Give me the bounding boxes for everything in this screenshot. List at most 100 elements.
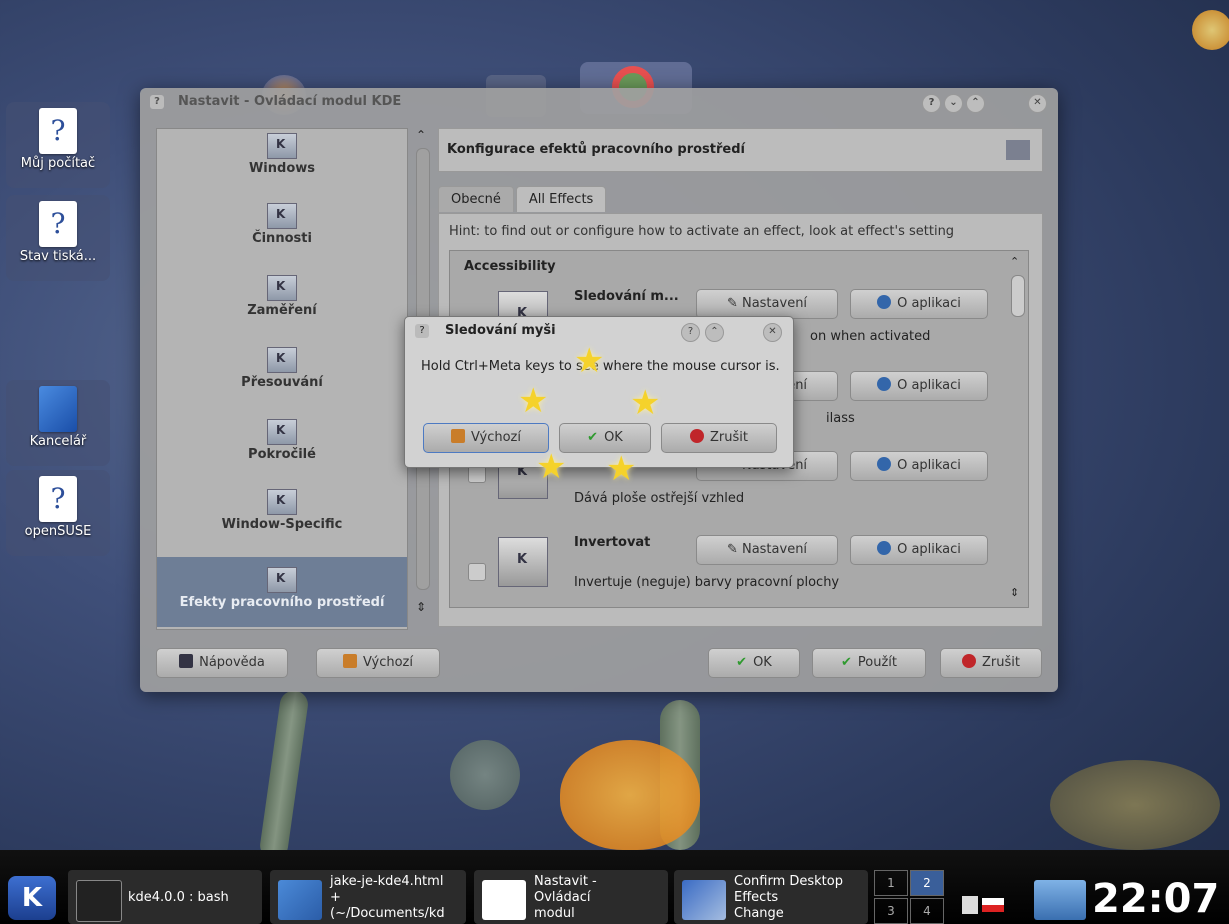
desktop-icon-label: Kancelář bbox=[29, 434, 87, 449]
desktop-icon-my-computer[interactable]: ? Můj počítač bbox=[6, 102, 110, 188]
task-label: Nastavit - Ovládací modul bbox=[534, 874, 597, 921]
effect-about-button[interactable]: O aplikaci bbox=[850, 289, 988, 319]
keyboard-layout-icon[interactable] bbox=[982, 898, 1004, 912]
help-button[interactable]: Nápověda bbox=[156, 648, 288, 678]
pager-desktop-4[interactable]: 4 bbox=[910, 898, 944, 924]
check-icon: ✔ bbox=[736, 655, 748, 670]
ok-label: OK bbox=[604, 430, 623, 445]
scroll-updown-icon[interactable]: ⇕ bbox=[416, 600, 426, 614]
desktop-effects-icon bbox=[1006, 140, 1030, 160]
close-button[interactable]: ✕ bbox=[1028, 94, 1047, 113]
help-book-icon bbox=[179, 654, 194, 668]
settings-label: Nastavení bbox=[741, 296, 808, 311]
sidebar-item-advanced[interactable]: Pokročilé bbox=[157, 419, 407, 462]
desktop-icon-printer-status[interactable]: ? Stav tiská... bbox=[6, 195, 110, 281]
scroll-up-icon[interactable]: ⌃ bbox=[1010, 255, 1024, 268]
ok-button[interactable]: ✔ OK bbox=[708, 648, 800, 678]
sidebar-item-moving[interactable]: Přesouvání bbox=[157, 347, 407, 390]
window-titlebar[interactable]: ? Nastavit - Ovládací modul KDE ? ⌄ ⌃ ✕ bbox=[140, 88, 1058, 116]
task-kate-document[interactable]: jake-je-kde4.html + (~/Documents/kd bbox=[270, 870, 466, 924]
task-label: Confirm Desktop Effects Change bbox=[734, 874, 843, 921]
sidebar-item-window-specific[interactable]: Window-Specific bbox=[157, 489, 407, 532]
defaults-icon bbox=[450, 429, 465, 443]
module-icon bbox=[267, 275, 297, 301]
dialog-defaults-button[interactable]: Výchozí bbox=[423, 423, 549, 453]
star-icon: ★ bbox=[606, 449, 637, 489]
kde-menu-button[interactable]: K bbox=[8, 876, 56, 920]
dialog-cancel-button[interactable]: Zrušit bbox=[661, 423, 777, 453]
cancel-button[interactable]: Zrušit bbox=[940, 648, 1042, 678]
background-flower bbox=[560, 740, 700, 850]
effect-description: on when activated bbox=[810, 329, 931, 344]
apply-label: Použít bbox=[857, 655, 897, 670]
effect-name: Invertovat bbox=[574, 535, 651, 550]
task-label: jake-je-kde4.html + (~/Documents/kd bbox=[330, 874, 445, 921]
scroll-up-icon[interactable]: ⌃ bbox=[416, 128, 426, 142]
module-icon bbox=[267, 489, 297, 515]
maximize-button[interactable]: ⌃ bbox=[966, 94, 985, 113]
clock[interactable]: 22:07 bbox=[1092, 876, 1219, 922]
window-menu-icon[interactable]: ? bbox=[150, 95, 164, 109]
cancel-icon bbox=[690, 429, 704, 443]
module-icon bbox=[267, 203, 297, 229]
pager-desktop-3[interactable]: 3 bbox=[874, 898, 908, 924]
page-title: Konfigurace efektů pracovního prostředí bbox=[447, 142, 746, 157]
sidebar-item-desktop-effects[interactable]: Efekty pracovního prostředí bbox=[157, 557, 407, 627]
desktop-effects-icon bbox=[682, 880, 726, 920]
question-document-icon bbox=[482, 880, 526, 920]
sidebar-item-activities[interactable]: Činnosti bbox=[157, 203, 407, 246]
scrollbar-thumb[interactable] bbox=[1011, 275, 1025, 317]
maximize-button[interactable]: ⌃ bbox=[705, 323, 724, 342]
question-document-icon: ? bbox=[39, 476, 77, 522]
desktop-icon-opensuse[interactable]: ? openSUSE bbox=[6, 470, 110, 556]
clipboard-icon[interactable] bbox=[962, 896, 978, 914]
task-bash[interactable]: kde4.0.0 : bash bbox=[68, 870, 262, 924]
pager-desktop-1[interactable]: 1 bbox=[874, 870, 908, 896]
effect-checkbox[interactable] bbox=[468, 563, 486, 581]
task-control-module[interactable]: Nastavit - Ovládací modul bbox=[474, 870, 668, 924]
effect-about-button[interactable]: O aplikaci bbox=[850, 451, 988, 481]
mouse-tracking-dialog: ? Sledování myši ? ⌃ ✕ Hold Ctrl+Meta ke… bbox=[404, 316, 794, 468]
effect-about-button[interactable]: O aplikaci bbox=[850, 535, 988, 565]
module-icon bbox=[267, 347, 297, 373]
sidebar-item-label: Window-Specific bbox=[221, 517, 343, 532]
effect-description: ilass bbox=[826, 411, 855, 426]
dialog-ok-button[interactable]: ✔ OK bbox=[559, 423, 651, 453]
sidebar-item-windows[interactable]: Windows bbox=[157, 133, 407, 176]
sidebar-item-focus[interactable]: Zaměření bbox=[157, 275, 407, 318]
sidebar-item-label: Přesouvání bbox=[241, 375, 323, 390]
effects-scrollbar[interactable]: ⌃ ⇕ bbox=[1010, 255, 1025, 599]
help-titlebar-button[interactable]: ? bbox=[681, 323, 700, 342]
pager-desktop-2[interactable]: 2 bbox=[910, 870, 944, 896]
defaults-icon bbox=[342, 654, 357, 668]
question-document-icon: ? bbox=[39, 201, 77, 247]
effect-icon bbox=[498, 537, 548, 587]
effect-settings-button[interactable]: ✎ Nastavení bbox=[696, 535, 838, 565]
device-notifier-icon[interactable] bbox=[1034, 880, 1086, 920]
tab-general[interactable]: Obecné bbox=[438, 186, 514, 212]
task-confirm-effects[interactable]: Confirm Desktop Effects Change bbox=[674, 870, 868, 924]
effect-settings-button[interactable]: ✎ Nastavení bbox=[696, 289, 838, 319]
sidebar-item-label: Windows bbox=[248, 161, 316, 176]
defaults-button[interactable]: Výchozí bbox=[316, 648, 440, 678]
info-icon bbox=[877, 541, 892, 555]
defaults-label: Výchozí bbox=[470, 430, 521, 445]
moon-icon[interactable] bbox=[1192, 10, 1229, 50]
tab-all-effects[interactable]: All Effects bbox=[515, 186, 607, 212]
sidebar-item-label: Efekty pracovního prostředí bbox=[179, 595, 385, 610]
apply-button[interactable]: ✔ Použít bbox=[812, 648, 926, 678]
minimize-button[interactable]: ⌄ bbox=[944, 94, 963, 113]
module-icon bbox=[267, 419, 297, 445]
help-titlebar-button[interactable]: ? bbox=[922, 94, 941, 113]
sidebar-item-label: Pokročilé bbox=[248, 447, 316, 462]
desktop-icon-office[interactable]: Kancelář bbox=[6, 380, 110, 466]
effect-row: Invertovat ✎ Nastavení O aplikaci Invert… bbox=[450, 527, 1010, 607]
desktop-effects-icon bbox=[267, 567, 297, 593]
question-document-icon: ? bbox=[39, 108, 77, 154]
scroll-updown-icon[interactable]: ⇕ bbox=[1010, 586, 1019, 599]
window-menu-icon[interactable]: ? bbox=[415, 324, 429, 338]
desktop-pager[interactable]: 1 2 3 4 bbox=[874, 870, 946, 924]
close-button[interactable]: ✕ bbox=[763, 323, 782, 342]
cancel-icon bbox=[962, 654, 976, 668]
effect-about-button[interactable]: O aplikaci bbox=[850, 371, 988, 401]
